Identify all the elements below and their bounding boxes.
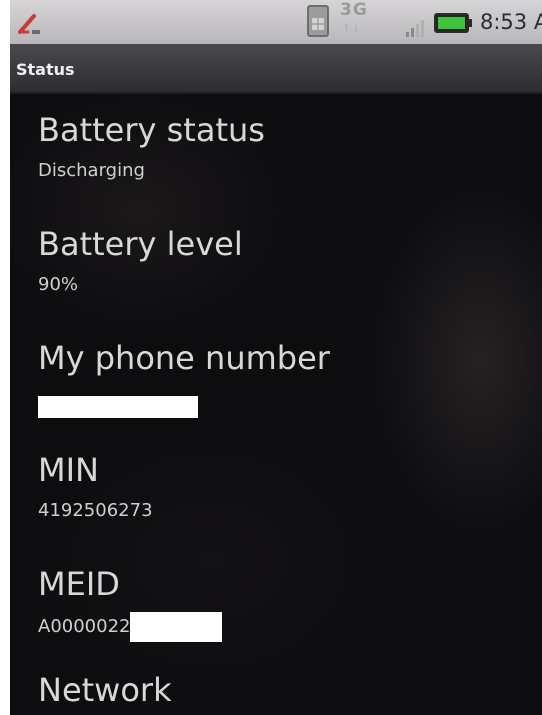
item-title: MIN — [38, 451, 99, 489]
item-value: A0000022 — [38, 616, 131, 637]
title-bar: Status — [10, 44, 542, 94]
network-type-label: 3G — [340, 0, 368, 20]
item-value: 4192506273 — [38, 500, 153, 521]
redacted-meid-suffix — [130, 612, 223, 642]
item-value: 90% — [38, 274, 79, 295]
meid-value-row: A0000022 — [38, 612, 518, 642]
signal-icon — [404, 18, 428, 42]
list-item-battery-status[interactable]: Battery status Discharging — [38, 112, 518, 182]
item-title: Battery status — [38, 111, 265, 149]
item-title: MEID — [38, 565, 120, 603]
list-item-battery-level[interactable]: Battery level 90% — [38, 226, 518, 296]
list-item-min[interactable]: MIN 4192506273 — [38, 452, 518, 522]
status-bar: 3G ↑↓ 8:53 A — [10, 0, 542, 44]
item-title: Battery level — [38, 225, 243, 263]
redacted-phone-number — [38, 396, 198, 418]
item-title: Network — [38, 671, 172, 709]
item-title: My phone number — [38, 339, 330, 377]
clock: 8:53 A — [480, 10, 542, 34]
page-title: Status — [16, 60, 75, 79]
sim-icon — [306, 4, 332, 42]
missed-call-icon — [16, 12, 44, 40]
list-item-my-phone-number[interactable]: My phone number — [38, 340, 518, 418]
battery-icon — [434, 12, 474, 38]
list-item-network[interactable]: Network — [38, 672, 518, 708]
item-value: Discharging — [38, 160, 145, 181]
phone-screen: 3G ↑↓ 8:53 A Status Battery status Disch… — [10, 0, 542, 715]
data-arrows-icon: ↑↓ — [342, 22, 361, 35]
list-item-meid[interactable]: MEID A0000022 — [38, 566, 518, 642]
